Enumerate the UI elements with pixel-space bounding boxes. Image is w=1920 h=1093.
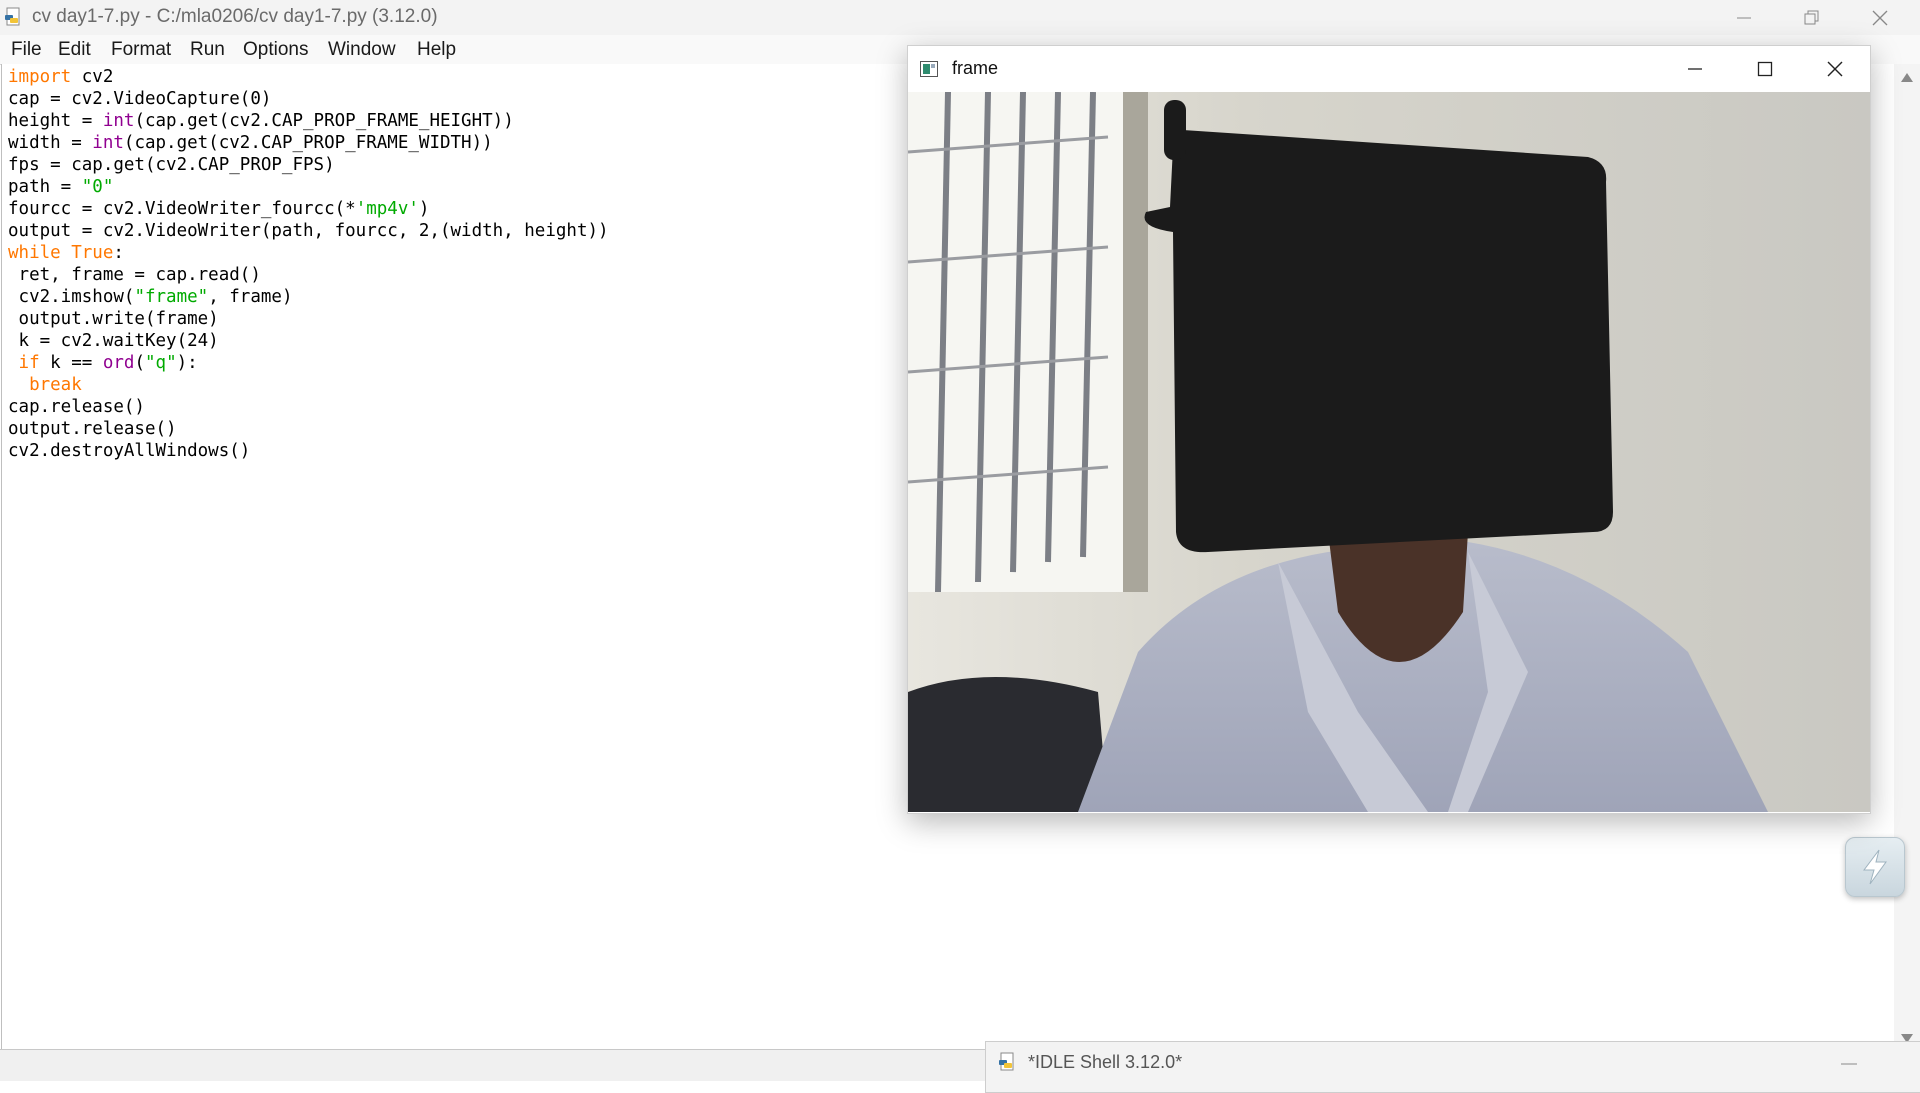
maximize-icon bbox=[1757, 61, 1773, 77]
editor-titlebar: cv day1-7.py - C:/mla0206/cv day1-7.py (… bbox=[0, 0, 1920, 35]
code-line: cv2.destroyAllWindows() bbox=[8, 441, 251, 461]
frame-titlebar: frame bbox=[908, 46, 1870, 92]
shell-title: *IDLE Shell 3.12.0* bbox=[1028, 1052, 1183, 1072]
frame-window: frame bbox=[907, 45, 1871, 814]
code-line: output.write(frame) bbox=[8, 309, 219, 329]
menu-edit[interactable]: Edit bbox=[58, 39, 91, 61]
code-line: while True: bbox=[8, 243, 124, 263]
code-line: width = int(cap.get(cv2.CAP_PROP_FRAME_W… bbox=[8, 133, 493, 153]
camera-frame bbox=[908, 92, 1870, 812]
code-line: fourcc = cv2.VideoWriter_fourcc(*'mp4v') bbox=[8, 199, 430, 219]
opencv-window-icon bbox=[920, 61, 938, 77]
code-line: cap.release() bbox=[8, 397, 145, 417]
scroll-up-icon[interactable] bbox=[1901, 73, 1913, 82]
code-line: output.release() bbox=[8, 419, 177, 439]
menu-file[interactable]: File bbox=[11, 39, 42, 61]
python-file-icon bbox=[999, 1052, 1014, 1071]
code-line: height = int(cap.get(cv2.CAP_PROP_FRAME_… bbox=[8, 111, 514, 131]
minimize-button[interactable] bbox=[1710, 0, 1778, 35]
frame-minimize-button[interactable] bbox=[1660, 46, 1730, 92]
code-line: fps = cap.get(cv2.CAP_PROP_FPS) bbox=[8, 155, 335, 175]
code-line: ret, frame = cap.read() bbox=[8, 265, 261, 285]
minimize-icon bbox=[1737, 17, 1751, 18]
close-button[interactable] bbox=[1846, 0, 1914, 35]
minimize-icon bbox=[1688, 68, 1702, 70]
menu-options[interactable]: Options bbox=[243, 39, 308, 61]
close-icon bbox=[1827, 61, 1843, 77]
lightning-icon bbox=[1863, 849, 1887, 885]
menu-help[interactable]: Help bbox=[417, 39, 456, 61]
restore-icon bbox=[1804, 10, 1819, 24]
frame-title: frame bbox=[952, 58, 999, 78]
code-line: path = "0" bbox=[8, 177, 114, 197]
close-icon bbox=[1872, 10, 1888, 25]
code-line: output = cv2.VideoWriter(path, fourcc, 2… bbox=[8, 221, 609, 241]
code-line: import cv2 bbox=[8, 67, 114, 87]
frame-maximize-button[interactable] bbox=[1730, 46, 1800, 92]
snip-tool-button[interactable] bbox=[1845, 837, 1905, 897]
window-title: cv day1-7.py - C:/mla0206/cv day1-7.py (… bbox=[32, 6, 438, 27]
code-line: k = cv2.waitKey(24) bbox=[8, 331, 219, 351]
menu-format[interactable]: Format bbox=[111, 39, 171, 61]
webcam-image bbox=[908, 92, 1870, 812]
code-line: break bbox=[29, 375, 82, 395]
python-file-icon bbox=[5, 7, 20, 26]
vertical-scrollbar[interactable] bbox=[1894, 64, 1920, 1049]
menu-run[interactable]: Run bbox=[190, 39, 225, 61]
code-text: import cv2 cap = cv2.VideoCapture(0) hei… bbox=[8, 66, 609, 462]
idle-shell-window[interactable]: *IDLE Shell 3.12.0* bbox=[985, 1041, 1920, 1093]
minimize-icon[interactable] bbox=[1841, 1062, 1857, 1066]
code-line: cap = cv2.VideoCapture(0) bbox=[8, 89, 272, 109]
frame-close-button[interactable] bbox=[1800, 46, 1870, 92]
code-line: cv2.imshow("frame", frame) bbox=[8, 287, 293, 307]
code-line: if k == ord("q"): bbox=[18, 353, 198, 373]
menu-window[interactable]: Window bbox=[328, 39, 396, 61]
restore-button[interactable] bbox=[1778, 0, 1846, 35]
